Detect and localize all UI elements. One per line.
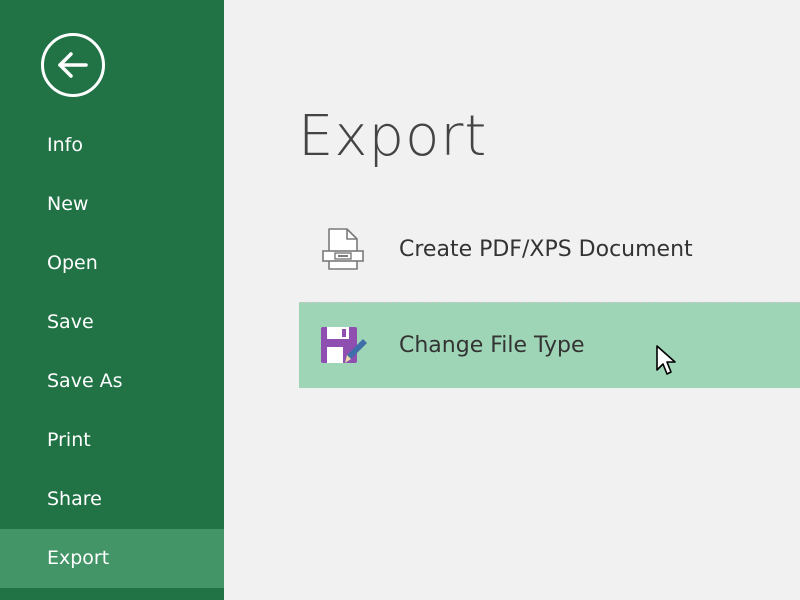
pdf-document-icon bbox=[322, 228, 364, 270]
sidebar-nav: Info New Open Save Save As Print Share E… bbox=[0, 116, 224, 588]
main-panel: Export Create PDF/XPS Document Change Fi… bbox=[224, 0, 800, 600]
sidebar-item-new[interactable]: New bbox=[0, 175, 224, 234]
sidebar-item-save[interactable]: Save bbox=[0, 293, 224, 352]
sidebar-item-info[interactable]: Info bbox=[0, 116, 224, 175]
sidebar-item-share[interactable]: Share bbox=[0, 470, 224, 529]
change-file-type-label: Change File Type bbox=[399, 333, 585, 358]
back-arrow-icon bbox=[58, 52, 88, 78]
create-pdf-xps-option[interactable]: Create PDF/XPS Document bbox=[299, 207, 800, 293]
page-title: Export bbox=[298, 104, 488, 169]
backstage-sidebar: Info New Open Save Save As Print Share E… bbox=[0, 0, 224, 600]
app-window: Info New Open Save Save As Print Share E… bbox=[0, 0, 800, 600]
sidebar-item-export[interactable]: Export bbox=[0, 529, 224, 588]
floppy-disk-pencil-icon bbox=[321, 327, 367, 363]
back-button[interactable] bbox=[41, 33, 105, 97]
sidebar-item-print[interactable]: Print bbox=[0, 411, 224, 470]
sidebar-item-save-as[interactable]: Save As bbox=[0, 352, 224, 411]
change-file-type-option[interactable]: Change File Type bbox=[299, 302, 800, 388]
create-pdf-xps-label: Create PDF/XPS Document bbox=[399, 237, 693, 262]
sidebar-item-open[interactable]: Open bbox=[0, 234, 224, 293]
